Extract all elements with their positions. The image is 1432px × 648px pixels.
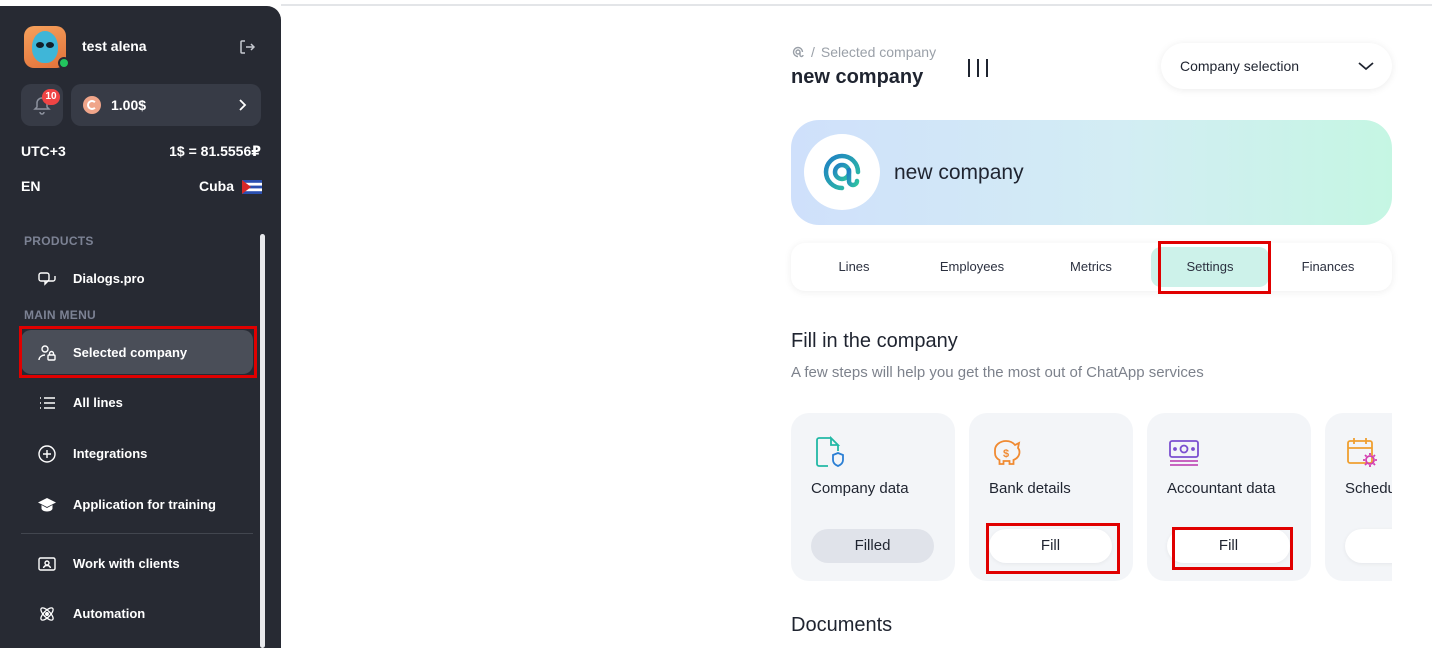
card-schedule: Schedule xyxy=(1325,413,1392,581)
balance-button[interactable]: 1.00$ xyxy=(71,84,261,126)
sidebar-item-application-for-training[interactable]: Application for training xyxy=(21,482,253,526)
products-section-label: PRODUCTS xyxy=(24,234,94,248)
sidebar-item-work-with-clients[interactable]: Work with clients xyxy=(21,541,253,585)
banknote-icon xyxy=(1169,440,1199,466)
company-tabs: Lines Employees Metrics Settings Finance… xyxy=(791,243,1392,291)
company-selection-dropdown[interactable]: Company selection xyxy=(1161,43,1392,89)
svg-text:$: $ xyxy=(1003,448,1009,460)
filled-button[interactable]: Filled xyxy=(811,529,934,563)
sidebar-item-label: Integrations xyxy=(73,446,148,461)
timezone[interactable]: UTC+3 xyxy=(21,143,66,159)
document-shield-icon xyxy=(816,435,844,467)
user-name: test alena xyxy=(82,38,147,54)
list-icon xyxy=(40,397,55,409)
sidebar-item-label: Application for training xyxy=(73,497,216,512)
fill-accountant-data-button[interactable]: Fill xyxy=(1167,529,1290,563)
breadcrumb-current: Selected company xyxy=(820,44,937,60)
top-divider xyxy=(281,4,1432,6)
card-title: Schedule xyxy=(1345,480,1392,497)
user-lock-icon xyxy=(38,345,56,361)
sidebar-item-label: Dialogs.pro xyxy=(73,271,145,286)
balance-value: 1.00$ xyxy=(111,97,147,113)
sidebar-item-label: Work with clients xyxy=(73,556,180,571)
sidebar-item-dialogs-pro[interactable]: Dialogs.pro xyxy=(21,256,253,300)
card-company-data: Company data Filled xyxy=(791,413,955,581)
documents-title: Documents xyxy=(791,614,893,636)
sidebar-item-all-lines[interactable]: All lines xyxy=(21,380,253,424)
tab-settings[interactable]: Settings xyxy=(1151,247,1269,287)
piggy-bank-icon: $ xyxy=(994,440,1021,465)
tab-finances[interactable]: Finances xyxy=(1269,243,1387,291)
bars-icon xyxy=(968,59,988,77)
language-selector[interactable]: EN xyxy=(21,178,40,194)
fill-cards: Company data Filled $ Bank details Fill … xyxy=(791,413,1392,581)
fill-bank-details-button[interactable]: Fill xyxy=(989,529,1112,563)
company-name: new company xyxy=(894,161,1024,184)
exchange-rate: 1$ = 81.5556₽ xyxy=(169,143,261,159)
calendar-gear-icon xyxy=(1347,438,1377,467)
company-hero-banner: new company xyxy=(791,120,1392,225)
plus-circle-icon xyxy=(38,445,56,463)
sidebar: test alena 10 1.00$ UTC+3 1$ = 81.5556₽ … xyxy=(0,6,281,648)
id-card-icon xyxy=(38,557,56,571)
cuba-flag-icon xyxy=(242,180,262,194)
online-status-dot xyxy=(58,57,70,69)
card-title: Accountant data xyxy=(1167,480,1276,497)
tab-metrics[interactable]: Metrics xyxy=(1032,243,1150,291)
sidebar-item-label: All lines xyxy=(73,395,123,410)
atom-icon xyxy=(40,607,54,621)
sidebar-item-integrations[interactable]: Integrations xyxy=(21,431,253,475)
company-selection-label: Company selection xyxy=(1180,58,1300,74)
tab-employees[interactable]: Employees xyxy=(913,243,1031,291)
logout-icon[interactable] xyxy=(238,38,256,56)
sidebar-item-label: Automation xyxy=(73,606,146,621)
breadcrumb: / Selected company xyxy=(791,44,936,60)
main-menu-section-label: MAIN MENU xyxy=(24,308,97,322)
sidebar-item-selected-company[interactable]: Selected company xyxy=(21,330,253,374)
fill-section-title: Fill in the company xyxy=(791,330,958,352)
fill-section-subtitle: A few steps will help you get the most o… xyxy=(791,364,1204,381)
chat-bubbles-icon xyxy=(38,272,56,286)
home-logo-icon[interactable] xyxy=(791,45,805,59)
chevron-down-icon xyxy=(1358,62,1374,71)
tab-lines[interactable]: Lines xyxy=(795,243,913,291)
chatapp-logo-icon xyxy=(823,153,861,191)
notifications-badge: 10 xyxy=(42,89,60,105)
card-accountant-data: Accountant data Fill xyxy=(1147,413,1311,581)
company-logo xyxy=(804,134,880,210)
card-title: Company data xyxy=(811,480,909,497)
sidebar-item-label: Selected company xyxy=(73,345,188,360)
breadcrumb-separator: / xyxy=(811,44,815,60)
fill-schedule-button[interactable] xyxy=(1345,529,1392,563)
card-title: Bank details xyxy=(989,480,1071,497)
sidebar-item-automation[interactable]: Automation xyxy=(21,591,253,635)
sidebar-scrollbar[interactable] xyxy=(260,234,265,648)
coin-icon xyxy=(83,96,101,114)
country-selector[interactable]: Cuba xyxy=(199,178,234,194)
card-bank-details: $ Bank details Fill xyxy=(969,413,1133,581)
page-title: new company xyxy=(791,66,924,88)
sidebar-divider xyxy=(21,533,253,534)
graduation-cap-icon xyxy=(38,498,56,512)
chevron-right-icon xyxy=(239,99,247,111)
